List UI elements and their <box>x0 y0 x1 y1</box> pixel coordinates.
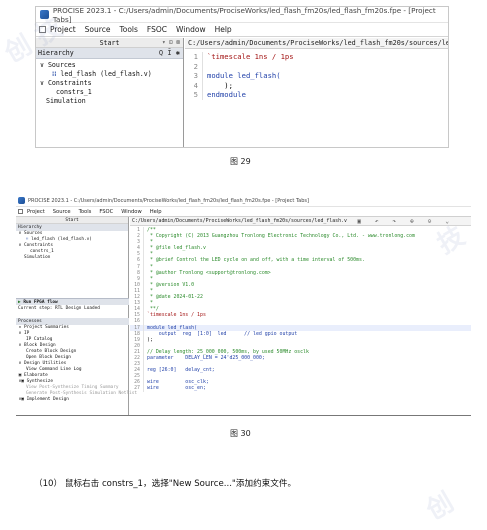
menu-help[interactable]: Help <box>215 25 232 34</box>
menu-help[interactable]: Help <box>150 209 162 215</box>
verilog-file-icon: ⁞⁞ <box>52 70 57 78</box>
tree-constraints[interactable]: ∨ Constraints <box>36 79 183 88</box>
code-editor[interactable]: 1 `timescale 1ns / 1ps 2 3 module led_flas… <box>185 49 448 100</box>
code-editor[interactable]: 1/** 2 * Copyright (C) 2013 Guangzhou Tr… <box>130 226 471 392</box>
code-line: 4 ); <box>185 80 448 90</box>
window-title: PROCISE 2023.1 - C:/Users/admin/Document… <box>28 197 309 204</box>
code-line: 1 `timescale 1ns / 1ps <box>185 52 448 62</box>
menu-window[interactable]: Window <box>176 25 206 34</box>
verilog-file-icon: ⁞⁞ <box>26 237 29 242</box>
run-icon: ▣ <box>21 397 24 402</box>
current-step-status: Current step: RTL Design Loaded <box>18 306 100 311</box>
editor-file-tab[interactable]: C:/Users/admin/Documents/ProciseWorks/le… <box>185 38 448 49</box>
hierarchy-header: Hierarchy <box>16 224 128 231</box>
run-icon: ▣ <box>21 379 24 384</box>
menu-source[interactable]: Source <box>53 209 71 215</box>
menu-bar: Project Source Tools FSOC Window Help <box>36 23 448 37</box>
process-list: ▫ Project Summaries ∨ IP IP Catalog ∨ Bl… <box>16 325 137 403</box>
code-line: 5 endmodule <box>185 90 448 100</box>
step-instruction: （10） 鼠标右击 constrs_1，选择"New Source..."添加约… <box>34 479 297 489</box>
divider <box>16 415 471 416</box>
project-panel: Start Hierarchy ∨ Sources ⁞⁞ led_flash (… <box>16 217 137 416</box>
code-line: 2 <box>185 61 448 71</box>
menu-project[interactable]: Project <box>27 209 45 215</box>
run-icon: ▣ <box>18 373 22 378</box>
code-line: 3 module led_flash( <box>185 71 448 81</box>
figure-29-screenshot: PROCISE 2023.1 - C:/Users/admin/Document… <box>35 6 449 148</box>
tree-sources[interactable]: ∨ Sources <box>36 61 183 70</box>
start-tab[interactable]: Start <box>16 217 128 224</box>
menu-fsoc[interactable]: FSOC <box>99 209 113 215</box>
menu-bar: Project Source Tools FSOC Window Help <box>16 206 471 217</box>
flow-panel-header: ▶ Run FPGA flow <box>16 298 129 305</box>
hierarchy-tools[interactable]: Q Ī ✱ <box>159 48 180 59</box>
start-label: Start <box>99 39 120 47</box>
chevron-down-icon: ∨ <box>39 61 44 69</box>
code-line: 27 wire osc_en; <box>130 385 471 392</box>
hierarchy-header: Hierarchy Q Ī ✱ <box>36 48 183 59</box>
caption-figure-29: 图 29 <box>230 157 251 166</box>
tree-constrs-1[interactable]: constrs_1 <box>36 88 183 97</box>
menu-tools[interactable]: Tools <box>79 209 92 215</box>
processes-header: Processes <box>16 318 129 325</box>
document-page: PROCISE 2023.1 - C:/Users/admin/Document… <box>0 0 487 530</box>
summary-icon: ▫ <box>18 325 22 330</box>
watermark: 创 <box>421 487 460 527</box>
editor-file-tab[interactable]: C:/Users/admin/Documents/ProciseWorks/le… <box>130 217 471 226</box>
caption-figure-30: 图 30 <box>230 429 251 438</box>
tree-simulation[interactable]: Simulation <box>16 255 128 261</box>
chevron-down-icon: ∨ <box>39 79 44 87</box>
window-title-bar: PROCISE 2023.1 - C:/Users/admin/Document… <box>16 195 471 206</box>
menu-window-icon[interactable] <box>18 209 23 214</box>
editor-panel: C:/Users/admin/Documents/ProciseWorks/le… <box>130 217 471 416</box>
menu-fsoc[interactable]: FSOC <box>147 25 167 34</box>
menu-window[interactable]: Window <box>121 209 141 215</box>
menu-source[interactable]: Source <box>85 25 111 34</box>
process-item[interactable]: ∨▣ Implement Design <box>16 397 129 403</box>
tree-file-led-flash[interactable]: ⁞⁞ led_flash (led_flash.v) <box>36 70 183 79</box>
project-panel: Start ▾ ⊡ ⊠ Hierarchy Q Ī ✱ ∨ Sources ⁞⁞… <box>36 38 184 147</box>
procise-app-icon <box>18 197 25 204</box>
panel-window-controls[interactable]: ▾ ⊡ ⊠ <box>162 38 180 48</box>
menu-tools[interactable]: Tools <box>119 25 137 34</box>
window-title: PROCISE 2023.1 - C:/Users/admin/Document… <box>52 6 436 24</box>
editor-panel: C:/Users/admin/Documents/ProciseWorks/le… <box>185 38 448 147</box>
window-title-bar: PROCISE 2023.1 - C:/Users/admin/Document… <box>36 6 448 24</box>
tree-simulation[interactable]: Simulation <box>36 97 183 106</box>
figure-30-screenshot: PROCISE 2023.1 - C:/Users/admin/Document… <box>16 195 471 416</box>
